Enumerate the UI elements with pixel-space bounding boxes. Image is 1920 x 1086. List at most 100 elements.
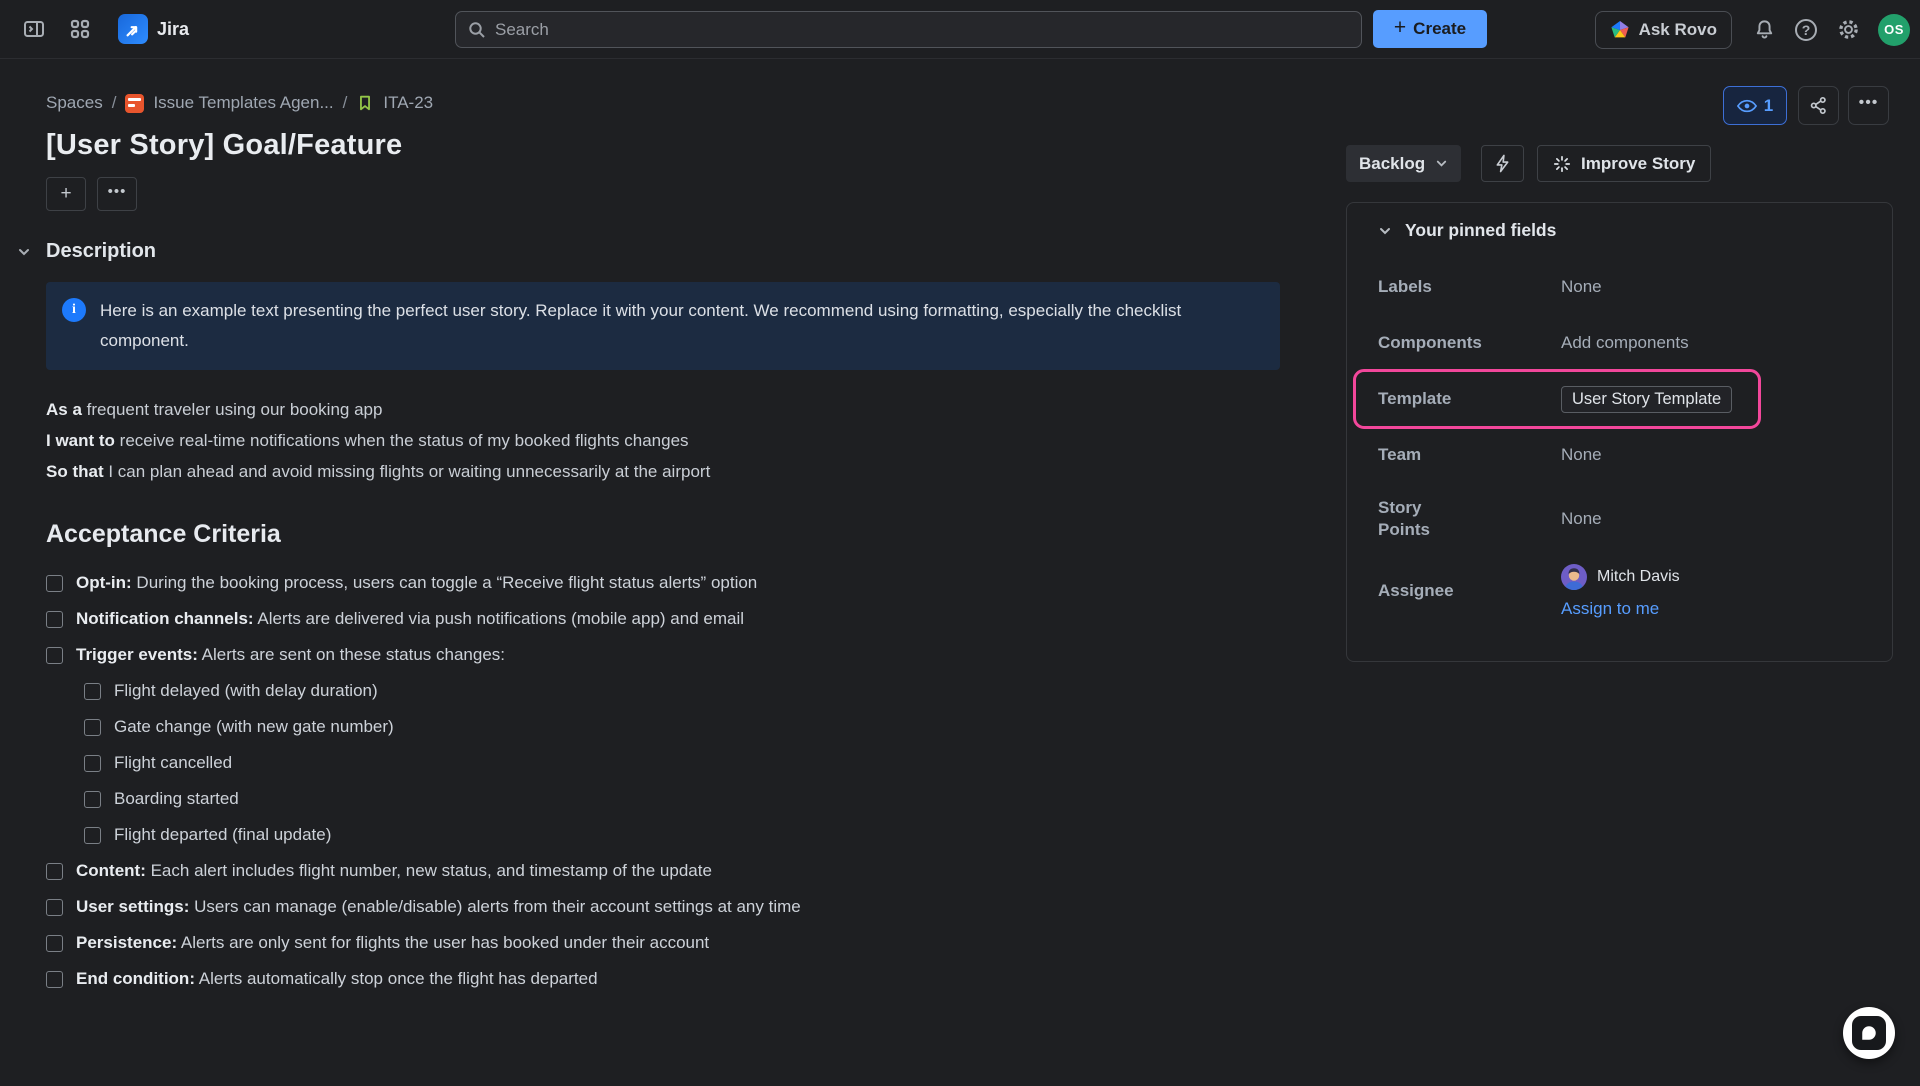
checkbox[interactable]: [46, 935, 63, 952]
issue-toolbar: + •••: [46, 177, 1280, 211]
field-row-components: Components Add components: [1378, 323, 1862, 363]
global-search[interactable]: [455, 11, 1362, 48]
field-label: Story Points: [1378, 497, 1561, 541]
template-value-chip[interactable]: User Story Template: [1561, 386, 1732, 413]
notifications-bell-icon[interactable]: [1746, 12, 1782, 48]
checkbox[interactable]: [84, 755, 101, 772]
assign-to-me-link[interactable]: Assign to me: [1561, 599, 1862, 619]
field-label: Labels: [1378, 276, 1561, 298]
share-button[interactable]: [1798, 86, 1839, 125]
field-label: Components: [1378, 332, 1561, 354]
checkbox[interactable]: [84, 791, 101, 808]
status-dropdown[interactable]: Backlog: [1346, 145, 1461, 182]
checklist-item: Boarding started: [84, 781, 1280, 817]
jira-issue-page: Jira + Create: [0, 0, 1920, 1086]
checkbox[interactable]: [46, 899, 63, 916]
nav-right-cluster: Ask Rovo ? OS: [1595, 0, 1910, 59]
checkbox[interactable]: [84, 719, 101, 736]
acceptance-criteria-heading: Acceptance Criteria: [46, 520, 1280, 549]
description-section-header[interactable]: Description: [46, 240, 1280, 263]
info-panel: i Here is an example text presenting the…: [46, 282, 1280, 370]
app-switcher-icon[interactable]: [62, 11, 98, 47]
status-label: Backlog: [1359, 154, 1425, 174]
checklist-item: User settings: Users can manage (enable/…: [46, 889, 1280, 925]
assignee-user[interactable]: Mitch Davis: [1561, 564, 1862, 590]
help-icon[interactable]: ?: [1788, 12, 1824, 48]
assignee-name: Mitch Davis: [1597, 568, 1680, 586]
checkbox[interactable]: [46, 863, 63, 880]
breadcrumb-spaces[interactable]: Spaces: [46, 93, 103, 113]
story-points-value[interactable]: None: [1561, 509, 1862, 529]
assistant-logo-icon: [1852, 1016, 1886, 1050]
chevron-down-icon[interactable]: [17, 245, 31, 264]
top-navigation-bar: Jira + Create: [0, 0, 1920, 59]
chevron-down-icon: [1435, 157, 1448, 170]
story-bookmark-icon: [356, 94, 374, 112]
ask-rovo-button[interactable]: Ask Rovo: [1595, 11, 1732, 49]
checklist-item: Content: Each alert includes flight numb…: [46, 853, 1280, 889]
field-row-assignee: Assignee Mitch Davis As: [1378, 563, 1862, 619]
sidebar-toggle-icon[interactable]: [16, 11, 52, 47]
more-options-button[interactable]: •••: [1848, 86, 1889, 125]
nav-left-cluster: Jira: [16, 11, 189, 47]
story-statement: As a frequent traveler using our booking…: [46, 394, 1280, 487]
pinned-fields-header[interactable]: Your pinned fields: [1378, 220, 1862, 241]
search-input[interactable]: [495, 20, 1349, 40]
add-content-button[interactable]: +: [46, 177, 86, 211]
assignee-avatar: [1561, 564, 1587, 590]
acceptance-checklist: Opt-in: During the booking process, user…: [46, 565, 1280, 997]
checklist-item: Trigger events: Alerts are sent on these…: [46, 637, 1280, 673]
team-value[interactable]: None: [1561, 445, 1862, 465]
ai-sparkle-icon: [1553, 155, 1571, 173]
components-value[interactable]: Add components: [1561, 333, 1862, 353]
checklist-item: Persistence: Alerts are only sent for fl…: [46, 925, 1280, 961]
checklist-item: Opt-in: During the booking process, user…: [46, 565, 1280, 601]
rovo-logo-icon: [1610, 20, 1630, 40]
field-row-labels: Labels None: [1378, 267, 1862, 307]
field-row-story-points: Story Points None: [1378, 491, 1862, 547]
checkbox[interactable]: [84, 683, 101, 700]
more-actions-button[interactable]: •••: [97, 177, 137, 211]
checkbox[interactable]: [84, 827, 101, 844]
story-line: As a frequent traveler using our booking…: [46, 394, 1280, 425]
watchers-button[interactable]: 1: [1723, 86, 1787, 125]
create-button[interactable]: + Create: [1373, 10, 1487, 48]
checkbox[interactable]: [46, 971, 63, 988]
checklist-item: Flight delayed (with delay duration): [84, 673, 1280, 709]
pinned-fields-list: Labels None Components Add components Te…: [1378, 267, 1862, 619]
project-avatar-icon: [125, 94, 144, 113]
plus-icon: +: [1394, 16, 1406, 40]
chevron-down-icon[interactable]: [1378, 224, 1392, 238]
improve-story-button[interactable]: Improve Story: [1537, 145, 1711, 182]
story-line: I want to receive real-time notification…: [46, 425, 1280, 456]
breadcrumb-issue-key[interactable]: ITA-23: [383, 93, 433, 113]
settings-gear-icon[interactable]: [1830, 12, 1866, 48]
info-panel-text: Here is an example text presenting the p…: [100, 296, 1250, 356]
checklist-item: Gate change (with new gate number): [84, 709, 1280, 745]
user-avatar[interactable]: OS: [1878, 14, 1910, 46]
checkbox[interactable]: [46, 647, 63, 664]
search-icon: [468, 21, 486, 39]
automation-bolt-button[interactable]: [1481, 145, 1524, 182]
checklist-item: Notification channels: Alerts are delive…: [46, 601, 1280, 637]
eye-icon: [1737, 99, 1757, 113]
labels-value[interactable]: None: [1561, 277, 1862, 297]
breadcrumb: Spaces / Issue Templates Agen... / ITA-2…: [46, 93, 1280, 113]
field-row-team: Team None: [1378, 435, 1862, 475]
breadcrumb-project[interactable]: Issue Templates Agen...: [153, 93, 333, 113]
jira-home-button[interactable]: Jira: [118, 14, 189, 44]
field-label: Team: [1378, 444, 1561, 466]
checklist-item: Flight cancelled: [84, 745, 1280, 781]
issue-content: Spaces / Issue Templates Agen... / ITA-2…: [46, 59, 1280, 997]
checklist-item: End condition: Alerts automatically stop…: [46, 961, 1280, 997]
story-line: So that I can plan ahead and avoid missi…: [46, 456, 1280, 487]
assistant-floating-button[interactable]: [1843, 1007, 1895, 1059]
checkbox[interactable]: [46, 575, 63, 592]
field-row-template: Template User Story Template: [1378, 379, 1862, 419]
description-heading: Description: [46, 240, 156, 263]
jira-logo-icon: [118, 14, 148, 44]
pinned-fields-panel: Your pinned fields Labels None Component…: [1346, 202, 1893, 662]
checkbox[interactable]: [46, 611, 63, 628]
issue-title[interactable]: [User Story] Goal/Feature: [46, 129, 1280, 162]
watchers-count: 1: [1764, 96, 1773, 116]
